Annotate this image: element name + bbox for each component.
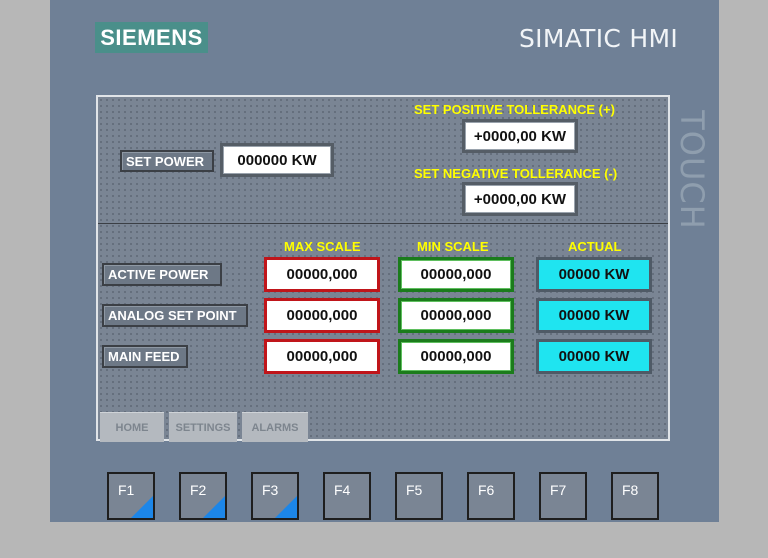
row-label-active-power: ACTIVE POWER — [102, 263, 222, 286]
main-feed-actual-value: 00000 KW — [536, 339, 652, 374]
brand-title: SIMATIC HMI — [519, 24, 679, 53]
row-label-analog-set-point: ANALOG SET POINT — [102, 304, 248, 327]
function-key-f5[interactable]: F5 — [395, 472, 443, 520]
function-key-f6[interactable]: F6 — [467, 472, 515, 520]
analog-set-point-actual-value: 00000 KW — [536, 298, 652, 333]
key-corner-indicator-icon — [275, 496, 297, 518]
row-label-main-feed: MAIN FEED — [102, 345, 188, 368]
set-power-label: SET POWER — [120, 150, 214, 172]
function-key-f1[interactable]: F1 — [107, 472, 155, 520]
function-key-f3[interactable]: F3 — [251, 472, 299, 520]
tab-settings[interactable]: SETTINGS — [169, 412, 237, 442]
active-power-max-field[interactable]: 00000,000 — [264, 257, 380, 292]
max-scale-header: MAX SCALE — [284, 239, 361, 254]
min-scale-header: MIN SCALE — [417, 239, 489, 254]
function-key-f2[interactable]: F2 — [179, 472, 227, 520]
siemens-logo: SIEMENS — [95, 22, 208, 53]
key-corner-indicator-icon — [131, 496, 153, 518]
tab-home[interactable]: HOME — [100, 412, 164, 442]
active-power-actual-value: 00000 KW — [536, 257, 652, 292]
key-corner-indicator-icon — [203, 496, 225, 518]
active-power-min-field[interactable]: 00000,000 — [398, 257, 514, 292]
tab-alarms[interactable]: ALARMS — [242, 412, 308, 442]
negative-tolerance-label: SET NEGATIVE TOLLERANCE (-) — [414, 166, 618, 181]
set-power-field[interactable]: 000000 KW — [220, 143, 334, 177]
section-divider — [98, 223, 668, 224]
main-feed-min-field[interactable]: 00000,000 — [398, 339, 514, 374]
positive-tolerance-label: SET POSITIVE TOLLERANCE (+) — [414, 102, 615, 117]
positive-tolerance-field[interactable]: +0000,00 KW — [462, 119, 578, 153]
hmi-screen: SET POWER 000000 KW SET POSITIVE TOLLERA… — [96, 95, 670, 442]
touch-side-label: TOUCH — [673, 110, 711, 230]
analog-set-point-max-field[interactable]: 00000,000 — [264, 298, 380, 333]
main-feed-max-field[interactable]: 00000,000 — [264, 339, 380, 374]
analog-set-point-min-field[interactable]: 00000,000 — [398, 298, 514, 333]
actual-header: ACTUAL — [568, 239, 622, 254]
function-key-f4[interactable]: F4 — [323, 472, 371, 520]
negative-tolerance-field[interactable]: +0000,00 KW — [462, 182, 578, 216]
function-key-f8[interactable]: F8 — [611, 472, 659, 520]
function-key-f7[interactable]: F7 — [539, 472, 587, 520]
